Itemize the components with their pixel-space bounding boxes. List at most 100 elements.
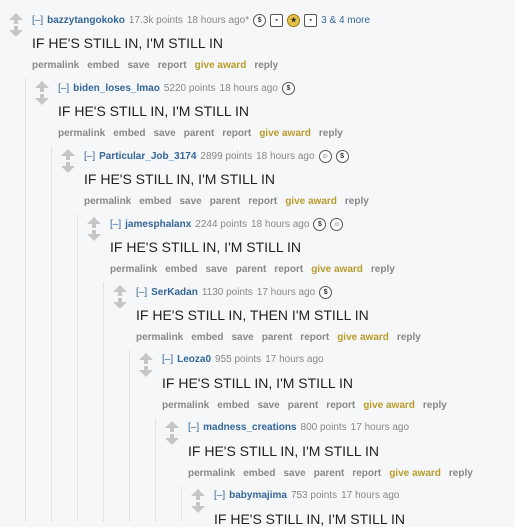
action-save[interactable]: save xyxy=(205,264,227,275)
comment-actions: permalink embed save parent report give award… xyxy=(110,264,395,275)
action-permalink[interactable]: permalink xyxy=(162,400,209,411)
action-permalink[interactable]: permalink xyxy=(188,468,235,479)
action-save[interactable]: save xyxy=(127,60,149,71)
action-report[interactable]: report xyxy=(158,60,187,71)
action-give-award[interactable]: give award xyxy=(311,264,363,275)
comment-author[interactable]: madness_creations xyxy=(203,422,296,433)
award-icon[interactable]: $ xyxy=(313,218,327,231)
action-report[interactable]: report xyxy=(222,128,251,139)
action-parent[interactable]: parent xyxy=(288,400,319,411)
action-permalink[interactable]: permalink xyxy=(136,332,183,343)
edited-mark: * xyxy=(245,15,250,26)
action-save[interactable]: save xyxy=(153,128,175,139)
action-permalink[interactable]: permalink xyxy=(84,196,131,207)
award-icon[interactable]: ★ xyxy=(287,14,301,27)
action-embed[interactable]: embed xyxy=(191,332,223,343)
action-reply[interactable]: reply xyxy=(449,468,473,479)
collapse-toggle[interactable]: [–] xyxy=(136,287,147,298)
collapse-toggle[interactable]: [–] xyxy=(188,422,199,433)
upvote-icon[interactable] xyxy=(165,421,179,428)
action-give-award[interactable]: give award xyxy=(363,400,415,411)
downvote-icon[interactable] xyxy=(9,30,23,37)
more-awards-link[interactable]: 3 & 4 more xyxy=(321,15,370,26)
action-save[interactable]: save xyxy=(257,400,279,411)
comment-author[interactable]: bazzytangokoko xyxy=(47,15,125,26)
thread-line xyxy=(129,350,130,522)
award-icon[interactable]: ☺ xyxy=(318,150,332,163)
upvote-stem xyxy=(92,224,96,228)
action-parent[interactable]: parent xyxy=(262,332,293,343)
action-embed[interactable]: embed xyxy=(243,468,275,479)
action-give-award[interactable]: give award xyxy=(389,468,441,479)
action-parent[interactable]: parent xyxy=(184,128,215,139)
action-parent[interactable]: parent xyxy=(210,196,241,207)
comment-author[interactable]: biden_loses_lmao xyxy=(73,83,160,94)
action-embed[interactable]: embed xyxy=(113,128,145,139)
upvote-icon[interactable] xyxy=(9,13,23,20)
action-embed[interactable]: embed xyxy=(217,400,249,411)
collapse-toggle[interactable]: [–] xyxy=(214,490,225,501)
action-reply[interactable]: reply xyxy=(254,60,278,71)
action-permalink[interactable]: permalink xyxy=(58,128,105,139)
collapse-toggle[interactable]: [–] xyxy=(58,83,69,94)
downvote-icon[interactable] xyxy=(139,370,153,377)
award-icon[interactable]: $ xyxy=(319,286,333,299)
action-save[interactable]: save xyxy=(283,468,305,479)
collapse-toggle[interactable]: [–] xyxy=(110,219,121,230)
award-icon[interactable]: $ xyxy=(253,14,267,27)
action-give-award[interactable]: give award xyxy=(259,128,311,139)
action-reply[interactable]: reply xyxy=(423,400,447,411)
comment-score: 1130 points xyxy=(201,287,253,298)
upvote-icon[interactable] xyxy=(113,285,127,292)
comment-body: IF HE'S STILL IN, I'M STILL IN xyxy=(84,171,276,187)
comment-author[interactable]: babymajima xyxy=(229,490,287,501)
action-reply[interactable]: reply xyxy=(319,128,343,139)
action-give-award[interactable]: give award xyxy=(337,332,389,343)
collapse-toggle[interactable]: [–] xyxy=(162,354,173,365)
action-parent[interactable]: parent xyxy=(236,264,267,275)
downvote-icon[interactable] xyxy=(113,302,127,309)
action-reply[interactable]: reply xyxy=(371,264,395,275)
action-reply[interactable]: reply xyxy=(345,196,369,207)
action-save[interactable]: save xyxy=(231,332,253,343)
action-report[interactable]: report xyxy=(352,468,381,479)
upvote-icon[interactable] xyxy=(139,353,153,360)
action-reply[interactable]: reply xyxy=(397,332,421,343)
award-icon[interactable]: ▪ xyxy=(270,14,284,27)
action-embed[interactable]: embed xyxy=(165,264,197,275)
action-give-award[interactable]: give award xyxy=(285,196,337,207)
award-icon[interactable]: ▪ xyxy=(304,14,318,27)
vote-arrows xyxy=(34,81,50,105)
award-icon[interactable]: $ xyxy=(281,82,295,95)
action-report[interactable]: report xyxy=(326,400,355,411)
action-embed[interactable]: embed xyxy=(139,196,171,207)
award-icon[interactable]: $ xyxy=(335,150,349,163)
action-give-award[interactable]: give award xyxy=(195,60,247,71)
comment-author[interactable]: Particular_Job_3174 xyxy=(99,151,196,162)
upvote-icon[interactable] xyxy=(87,217,101,224)
upvote-icon[interactable] xyxy=(191,489,205,496)
action-report[interactable]: report xyxy=(248,196,277,207)
thread-line xyxy=(51,146,52,522)
upvote-icon[interactable] xyxy=(61,149,75,156)
downvote-icon[interactable] xyxy=(87,234,101,241)
action-report[interactable]: report xyxy=(300,332,329,343)
award-icon[interactable]: ☺ xyxy=(330,218,344,231)
action-parent[interactable]: parent xyxy=(314,468,345,479)
downvote-icon[interactable] xyxy=(35,98,49,105)
downvote-icon[interactable] xyxy=(191,506,205,513)
comment-author[interactable]: SerKadan xyxy=(151,287,198,298)
comment-author[interactable]: Leoza0 xyxy=(177,354,211,365)
collapse-toggle[interactable]: [–] xyxy=(32,15,43,26)
comment-tagline: [–] madness_creations 800 points 17 hours a… xyxy=(188,422,409,433)
downvote-icon[interactable] xyxy=(165,438,179,445)
upvote-icon[interactable] xyxy=(35,81,49,88)
action-embed[interactable]: embed xyxy=(87,60,119,71)
action-permalink[interactable]: permalink xyxy=(32,60,79,71)
action-report[interactable]: report xyxy=(274,264,303,275)
action-save[interactable]: save xyxy=(179,196,201,207)
collapse-toggle[interactable]: [–] xyxy=(84,151,95,162)
downvote-icon[interactable] xyxy=(61,166,75,173)
comment-author[interactable]: jamesphalanx xyxy=(125,219,191,230)
action-permalink[interactable]: permalink xyxy=(110,264,157,275)
